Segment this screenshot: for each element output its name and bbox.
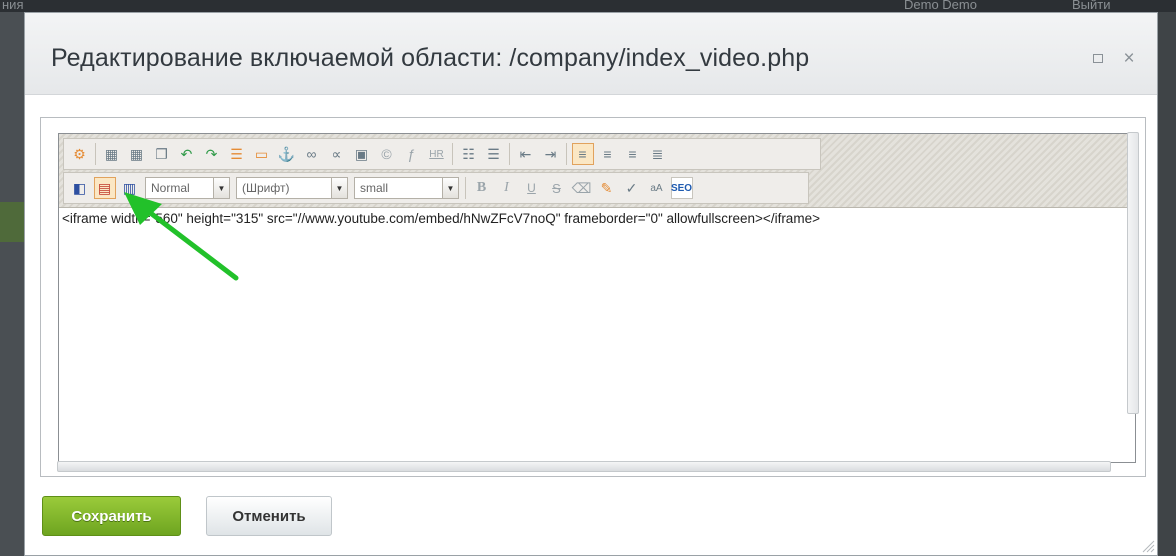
- maximize-icon[interactable]: [1088, 49, 1108, 69]
- table-icon[interactable]: ☰: [226, 143, 248, 165]
- save-button[interactable]: Сохранить: [42, 496, 181, 536]
- italic-icon[interactable]: I: [496, 177, 518, 199]
- source-code-mode-icon[interactable]: ▤: [93, 177, 116, 199]
- image-icon[interactable]: ▣: [351, 143, 373, 165]
- indent-icon[interactable]: ⇥: [540, 143, 562, 165]
- style-select[interactable]: Normal ▼: [145, 177, 230, 199]
- split-icon[interactable]: ▭: [251, 143, 273, 165]
- background-menu-text: ния: [2, 0, 24, 12]
- resize-grip-icon[interactable]: [1139, 537, 1155, 553]
- text-color-icon[interactable]: aA: [646, 177, 668, 199]
- bold-icon[interactable]: B: [471, 177, 493, 199]
- hr-icon[interactable]: HR: [426, 143, 448, 165]
- seo-icon[interactable]: SEO: [670, 177, 693, 199]
- anchor-icon[interactable]: ⚓: [276, 143, 298, 165]
- save-template-icon[interactable]: ▦: [101, 143, 123, 165]
- dialog-header: Редактирование включаемой области: /comp…: [25, 13, 1157, 95]
- link-icon[interactable]: ∞: [301, 143, 323, 165]
- toolbar-row-2: ◧ ▤ ▥ Normal ▼ (Шрифт) ▼ small ▼ B I U S…: [63, 172, 809, 204]
- background-left-panel: [0, 12, 24, 556]
- split-mode-icon[interactable]: ▥: [119, 177, 141, 199]
- copyright-icon[interactable]: ©: [376, 143, 398, 165]
- wysiwyg-mode-icon[interactable]: ◧: [69, 177, 91, 199]
- save-as-icon[interactable]: ▦: [126, 143, 148, 165]
- flash-icon[interactable]: ƒ: [401, 143, 423, 165]
- outdent-icon[interactable]: ⇤: [515, 143, 537, 165]
- underline-icon[interactable]: U: [521, 177, 543, 199]
- align-center-icon[interactable]: ≡: [597, 143, 619, 165]
- close-icon[interactable]: ×: [1119, 49, 1139, 69]
- dialog-title: Редактирование включаемой области: /comp…: [51, 44, 810, 72]
- cancel-button[interactable]: Отменить: [206, 496, 332, 536]
- eraser-icon[interactable]: ⌫: [571, 177, 593, 199]
- spellcheck-icon[interactable]: ✓: [621, 177, 643, 199]
- size-select[interactable]: small ▼: [354, 177, 459, 199]
- justify-icon[interactable]: ≣: [647, 143, 669, 165]
- bullet-list-icon[interactable]: ☰: [483, 143, 505, 165]
- redo-icon[interactable]: ↷: [201, 143, 223, 165]
- copy-icon[interactable]: ❐: [151, 143, 173, 165]
- background-user-name: Demo Demo: [904, 0, 977, 12]
- unlink-icon[interactable]: ∝: [326, 143, 348, 165]
- settings-icon[interactable]: ⚙: [69, 143, 91, 165]
- horizontal-scrollbar[interactable]: [57, 461, 1111, 472]
- undo-icon[interactable]: ↶: [176, 143, 198, 165]
- include-area-editor-dialog: Редактирование включаемой области: /comp…: [24, 12, 1158, 556]
- editor-toolbar: ⚙ ▦ ▦ ❐ ↶ ↷ ☰ ▭ ⚓ ∞ ∝ ▣ © ƒ HR ☷ ☰ ⇤ ⇥ ≡…: [59, 134, 1135, 208]
- vertical-scrollbar[interactable]: [1127, 132, 1139, 414]
- align-right-icon[interactable]: ≡: [622, 143, 644, 165]
- format-brush-icon[interactable]: ✎: [596, 177, 618, 199]
- strikethrough-icon[interactable]: S: [546, 177, 568, 199]
- numbered-list-icon[interactable]: ☷: [458, 143, 480, 165]
- align-left-icon[interactable]: ≡: [571, 143, 594, 165]
- background-top-bar: ния Demo Demo Выйти: [0, 0, 1176, 12]
- font-select[interactable]: (Шрифт) ▼: [236, 177, 348, 199]
- background-logout: Выйти: [1072, 0, 1111, 12]
- toolbar-row-1: ⚙ ▦ ▦ ❐ ↶ ↷ ☰ ▭ ⚓ ∞ ∝ ▣ © ƒ HR ☷ ☰ ⇤ ⇥ ≡…: [63, 138, 821, 170]
- editor-frame: ⚙ ▦ ▦ ❐ ↶ ↷ ☰ ▭ ⚓ ∞ ∝ ▣ © ƒ HR ☷ ☰ ⇤ ⇥ ≡…: [40, 117, 1146, 477]
- source-code-textarea[interactable]: <iframe width="560" height="315" src="//…: [59, 209, 1135, 462]
- visual-editor: ⚙ ▦ ▦ ❐ ↶ ↷ ☰ ▭ ⚓ ∞ ∝ ▣ © ƒ HR ☷ ☰ ⇤ ⇥ ≡…: [58, 133, 1136, 463]
